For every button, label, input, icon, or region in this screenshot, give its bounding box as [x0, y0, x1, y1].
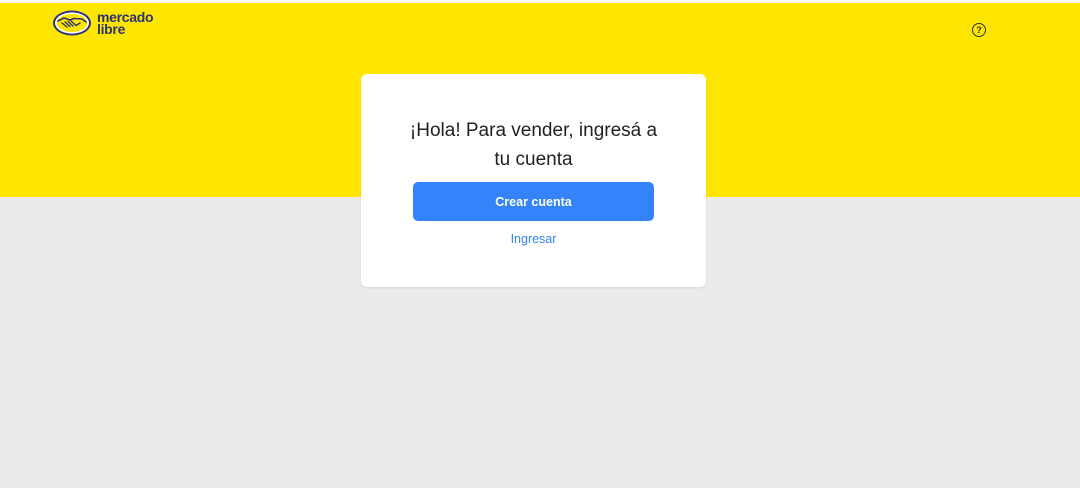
handshake-icon	[53, 10, 91, 36]
page: mercado libre ? ¡Hola! Para vender, ingr…	[0, 0, 1080, 488]
logo-wordmark: mercado libre	[97, 10, 154, 37]
login-link[interactable]: Ingresar	[413, 232, 654, 246]
card-title: ¡Hola! Para vender, ingresá a tu cuenta	[409, 120, 658, 170]
help-icon-glyph: ?	[976, 25, 982, 35]
logo-line-2: libre	[97, 21, 126, 37]
mercadolibre-logo[interactable]: mercado libre	[52, 9, 154, 37]
help-icon[interactable]: ?	[972, 23, 986, 37]
create-account-button[interactable]: Crear cuenta	[413, 182, 654, 221]
login-card: ¡Hola! Para vender, ingresá a tu cuenta …	[361, 74, 706, 287]
